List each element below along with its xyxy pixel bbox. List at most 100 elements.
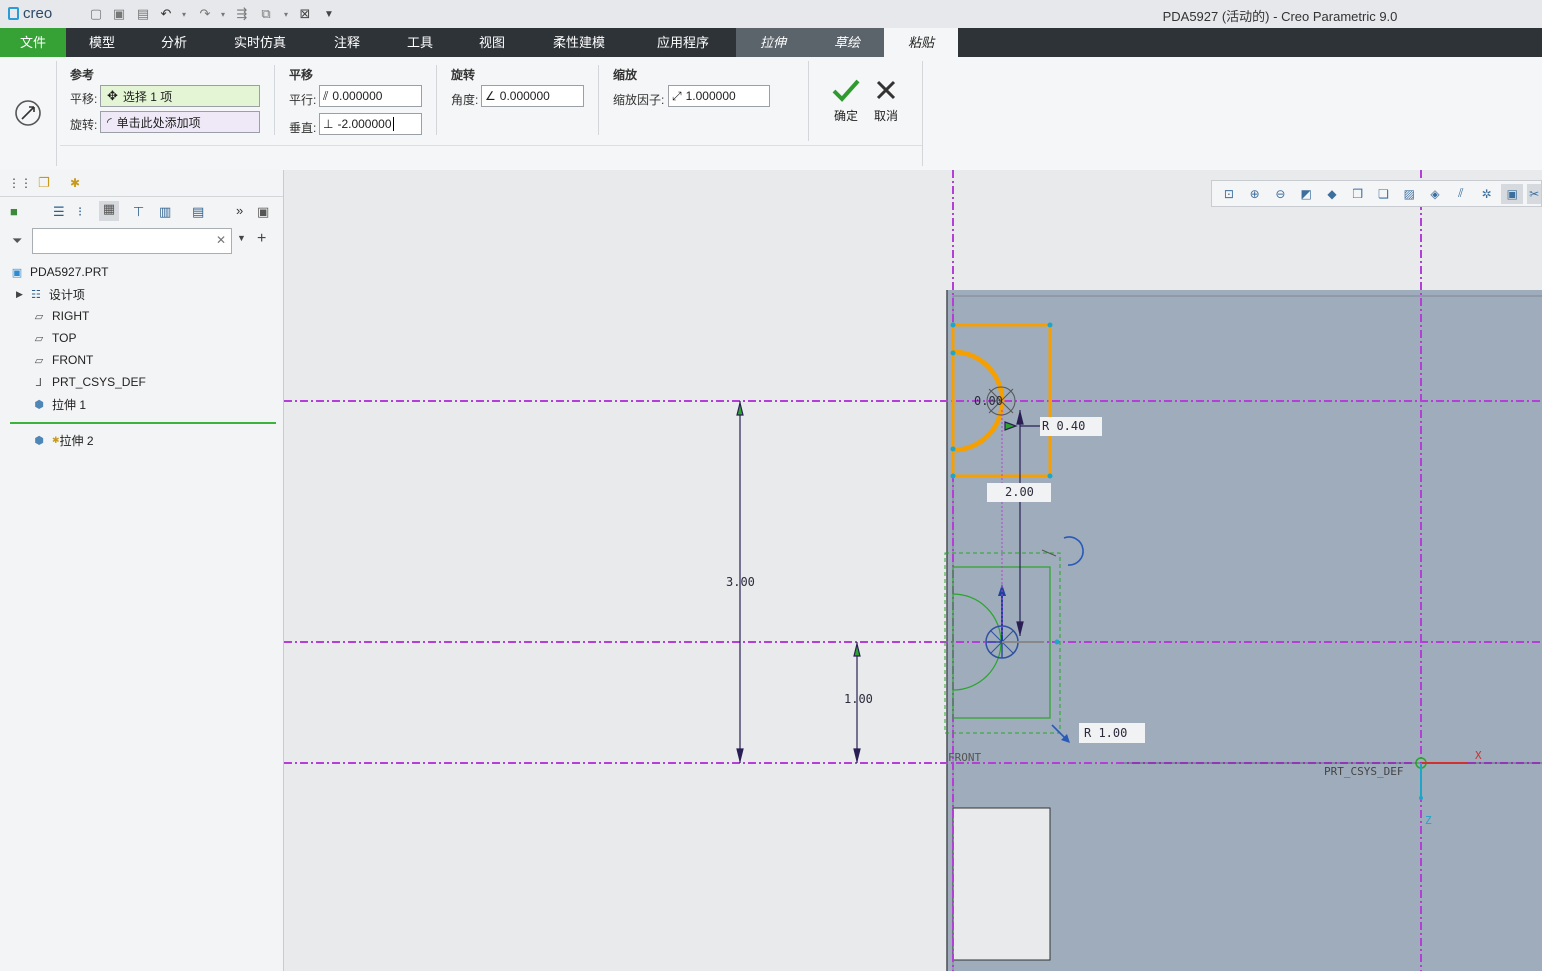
tree-settings-icon[interactable]: ⊤	[133, 204, 144, 220]
tab-applications[interactable]: 应用程序	[630, 28, 736, 57]
angle-field[interactable]: ∠ 0.000000	[481, 85, 584, 107]
translate-collector[interactable]: ✥ 选择 1 项	[100, 85, 260, 107]
zoom-in-icon[interactable]: ⊕	[1244, 184, 1266, 204]
undo-icon[interactable]: ↶	[158, 6, 174, 22]
tree-item-extrude-2[interactable]: ⬢ ✱ 拉伸 2	[32, 429, 93, 451]
tree-item-design-items[interactable]: ▶ ☷ 设计项	[16, 283, 85, 305]
tab-paste[interactable]: 粘贴	[884, 28, 958, 57]
tree-item-label: PRT_CSYS_DEF	[52, 375, 146, 389]
undo-dropdown-icon[interactable]: ▾	[176, 6, 192, 22]
tree-item-label: 设计项	[48, 287, 85, 302]
dim-offset[interactable]: 2.00	[1005, 485, 1034, 499]
tab-model[interactable]: 模型	[66, 28, 138, 57]
tab-view[interactable]: 视图	[456, 28, 528, 57]
tree-notes-icon[interactable]: ▣	[257, 204, 269, 220]
scale-factor-field[interactable]: ⤢ 1.000000	[668, 85, 770, 107]
ok-button[interactable]: 确定	[828, 77, 864, 127]
section-icon[interactable]: ◈	[1424, 184, 1446, 204]
sketch-display-icon[interactable]: ▣	[1501, 183, 1524, 204]
perpendicular-label: 垂直:	[289, 121, 317, 135]
tab-extrude[interactable]: 拉伸	[736, 28, 810, 57]
favorites-tab-icon[interactable]: ✱	[70, 176, 88, 192]
redo-icon[interactable]: ↷	[197, 6, 213, 22]
sketch-settings-icon[interactable]: ✂	[1527, 183, 1542, 204]
regenerate-icon[interactable]: ⇶	[234, 6, 250, 22]
tree-layers-icon[interactable]: ▦	[99, 201, 119, 221]
dim-height-new[interactable]: 1.00	[844, 692, 873, 706]
datum-display-icon[interactable]: ⫽	[1450, 184, 1472, 204]
tab-flexible-modeling[interactable]: 柔性建模	[528, 28, 630, 57]
z-axis-label: Z	[1425, 814, 1432, 827]
datum-plane-icon: ▱	[34, 354, 44, 367]
tree-item-extrude-1[interactable]: ⬢ 拉伸 1	[32, 393, 86, 415]
model-tree-panel: ⋮⋮ ❐ ✱ ■ ☰ ⁝ ▦ ⊤ ▥ ▤ » ▣ ⏷ ✕ ▼ + ▣ PDA59…	[0, 170, 284, 971]
extrude-icon: ⬢	[34, 434, 44, 447]
windows-icon[interactable]: ⧉	[258, 6, 274, 22]
open-file-icon[interactable]: ▣	[111, 6, 127, 22]
view-manager-icon[interactable]: ❏	[1373, 184, 1395, 204]
more-icon[interactable]: »	[236, 203, 243, 218]
zoom-out-icon[interactable]: ⊖	[1270, 184, 1292, 204]
redo-dropdown-icon[interactable]: ▾	[215, 6, 231, 22]
scale-factor-label: 缩放因子:	[613, 93, 665, 107]
tab-tools[interactable]: 工具	[384, 28, 456, 57]
datum-plane-icon: ▱	[34, 332, 44, 345]
tree-filter-icon[interactable]: ☰	[53, 204, 65, 220]
cancel-button[interactable]: 取消	[868, 77, 904, 127]
rotate-collector[interactable]: ◜ 单击此处添加项	[100, 111, 260, 133]
new-feature-icon: ✱	[52, 434, 60, 445]
sketch-canvas[interactable]	[284, 170, 1542, 971]
tab-live-simulation[interactable]: 实时仿真	[210, 28, 310, 57]
tab-analysis[interactable]: 分析	[138, 28, 210, 57]
windows-dropdown-icon[interactable]: ▾	[278, 6, 294, 22]
display-style-icon[interactable]: ◆	[1321, 184, 1343, 204]
tree-item-top[interactable]: ▱ TOP	[32, 327, 77, 349]
tree-details-icon[interactable]: ▤	[192, 204, 204, 220]
search-dropdown-icon[interactable]: ▼	[237, 233, 246, 243]
close-icon	[876, 80, 896, 100]
dim-radius-small[interactable]: R 0.40	[1042, 419, 1085, 433]
tree-columns-icon[interactable]: ⁝	[78, 204, 82, 220]
perpendicular-field[interactable]: ⊥ -2.000000	[319, 113, 422, 135]
tab-file[interactable]: 文件	[0, 28, 66, 57]
new-file-icon[interactable]: ▢	[88, 6, 104, 22]
clear-search-icon[interactable]: ✕	[216, 233, 226, 247]
insert-indicator[interactable]	[10, 422, 276, 424]
rotation-group-title: 旋转	[451, 68, 476, 82]
saved-orientations-icon[interactable]: ❒	[1347, 184, 1369, 204]
close-window-icon[interactable]: ⊠	[297, 6, 313, 22]
annotation-display-icon[interactable]: ✲	[1476, 184, 1498, 204]
repaint-icon[interactable]: ◩	[1295, 184, 1317, 204]
dim-zero[interactable]: 0.00	[974, 394, 1003, 408]
save-icon[interactable]: ▤	[135, 6, 151, 22]
tree-item-front[interactable]: ▱ FRONT	[32, 349, 94, 371]
folder-browser-tab-icon[interactable]: ❐	[38, 175, 56, 191]
dim-height-top[interactable]: 3.00	[726, 575, 755, 589]
tree-item-label: RIGHT	[52, 309, 90, 323]
filter-icon: ⏷	[12, 233, 23, 248]
tree-search-input[interactable]: ✕	[32, 228, 232, 254]
customize-toolbar-icon[interactable]: ▼	[321, 6, 337, 22]
show-icon[interactable]: ■	[10, 204, 18, 219]
add-filter-icon[interactable]: +	[257, 230, 266, 248]
angle-value: 0.000000	[499, 89, 550, 103]
tab-annotate[interactable]: 注释	[310, 28, 384, 57]
refit-icon[interactable]: ⊡	[1218, 184, 1240, 204]
tree-display-icon[interactable]: ▥	[159, 204, 171, 220]
datum-plane-icon: ▱	[34, 310, 44, 323]
tree-item-right[interactable]: ▱ RIGHT	[32, 305, 90, 327]
parallel-field[interactable]: ⫽ 0.000000	[319, 85, 422, 107]
parallel-value: 0.000000	[332, 89, 383, 103]
tab-sketch[interactable]: 草绘	[810, 28, 884, 57]
translate-collector-value: 选择 1 项	[122, 89, 173, 104]
tree-item-part[interactable]: ▣ PDA5927.PRT	[10, 261, 109, 283]
parallel-label: 平行:	[289, 93, 317, 107]
graphics-window[interactable]: 0.00 R 0.40 2.00 3.00 1.00 R 1.00 FRONT …	[284, 170, 1542, 971]
rotate-arc-icon: ◜	[107, 115, 112, 129]
dim-scale-radius[interactable]: R 1.00	[1084, 726, 1127, 740]
checkmark-icon	[832, 79, 860, 102]
tree-item-csys[interactable]: ⅃ PRT_CSYS_DEF	[32, 371, 146, 393]
model-tree-tab-icon[interactable]: ⋮⋮	[8, 176, 32, 192]
expand-arrow-icon[interactable]: ▶	[16, 289, 23, 300]
perspective-icon[interactable]: ▨	[1398, 184, 1420, 204]
